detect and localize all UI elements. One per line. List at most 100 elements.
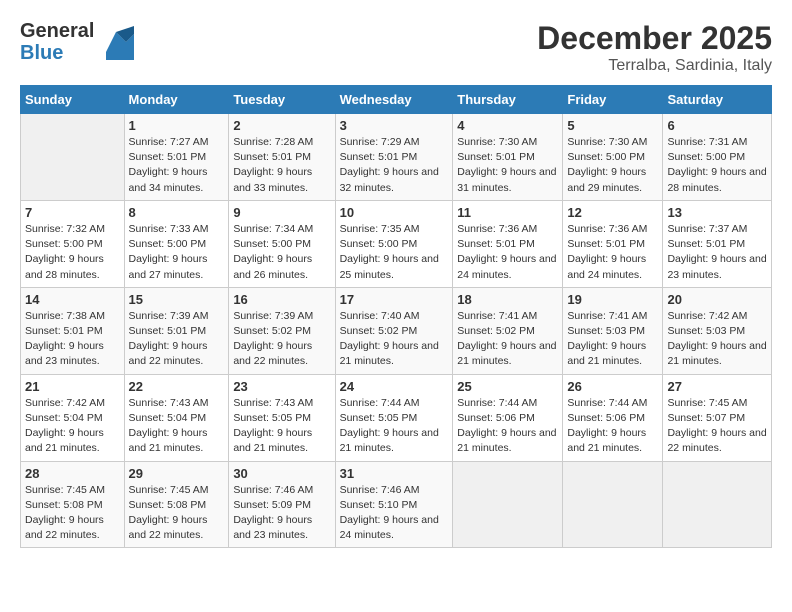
day-info: Sunrise: 7:39 AM Sunset: 5:02 PM Dayligh… (233, 309, 330, 370)
day-number: 28 (25, 466, 120, 481)
day-info: Sunrise: 7:32 AM Sunset: 5:00 PM Dayligh… (25, 222, 120, 283)
day-info: Sunrise: 7:28 AM Sunset: 5:01 PM Dayligh… (233, 135, 330, 196)
sunset-label: Sunset: 5:02 PM (233, 325, 311, 337)
sunset-label: Sunset: 5:01 PM (667, 238, 745, 250)
daylight-label: Daylight: 9 hours and 27 minutes. (129, 253, 208, 280)
daylight-label: Daylight: 9 hours and 29 minutes. (567, 166, 646, 193)
sunset-label: Sunset: 5:00 PM (25, 238, 103, 250)
location-title: Terralba, Sardinia, Italy (537, 57, 772, 75)
day-number: 31 (340, 466, 449, 481)
sunrise-label: Sunrise: 7:36 AM (567, 223, 647, 235)
sunset-label: Sunset: 5:01 PM (129, 325, 207, 337)
day-number: 21 (25, 379, 120, 394)
day-info: Sunrise: 7:40 AM Sunset: 5:02 PM Dayligh… (340, 309, 449, 370)
daylight-label: Daylight: 9 hours and 34 minutes. (129, 166, 208, 193)
sunset-label: Sunset: 5:05 PM (340, 412, 418, 424)
weekday-header-saturday: Saturday (663, 86, 772, 114)
sunset-label: Sunset: 5:08 PM (25, 499, 103, 511)
day-number: 12 (567, 205, 658, 220)
daylight-label: Daylight: 9 hours and 32 minutes. (340, 166, 439, 193)
day-info: Sunrise: 7:37 AM Sunset: 5:01 PM Dayligh… (667, 222, 767, 283)
day-info: Sunrise: 7:42 AM Sunset: 5:03 PM Dayligh… (667, 309, 767, 370)
calendar-header-row: SundayMondayTuesdayWednesdayThursdayFrid… (21, 86, 772, 114)
day-info: Sunrise: 7:45 AM Sunset: 5:08 PM Dayligh… (25, 483, 120, 544)
calendar-day-cell: 2 Sunrise: 7:28 AM Sunset: 5:01 PM Dayli… (229, 114, 335, 201)
daylight-label: Daylight: 9 hours and 23 minutes. (233, 514, 312, 541)
day-info: Sunrise: 7:36 AM Sunset: 5:01 PM Dayligh… (567, 222, 658, 283)
day-info: Sunrise: 7:36 AM Sunset: 5:01 PM Dayligh… (457, 222, 558, 283)
sunrise-label: Sunrise: 7:42 AM (667, 310, 747, 322)
day-number: 2 (233, 118, 330, 133)
sunset-label: Sunset: 5:04 PM (129, 412, 207, 424)
sunrise-label: Sunrise: 7:41 AM (457, 310, 537, 322)
day-number: 11 (457, 205, 558, 220)
month-title: December 2025 (537, 20, 772, 57)
sunset-label: Sunset: 5:01 PM (567, 238, 645, 250)
calendar-day-cell: 14 Sunrise: 7:38 AM Sunset: 5:01 PM Dayl… (21, 287, 125, 374)
calendar-day-cell: 7 Sunrise: 7:32 AM Sunset: 5:00 PM Dayli… (21, 200, 125, 287)
daylight-label: Daylight: 9 hours and 22 minutes. (25, 514, 104, 541)
day-number: 30 (233, 466, 330, 481)
calendar-day-cell: 20 Sunrise: 7:42 AM Sunset: 5:03 PM Dayl… (663, 287, 772, 374)
day-number: 5 (567, 118, 658, 133)
calendar-day-cell: 11 Sunrise: 7:36 AM Sunset: 5:01 PM Dayl… (453, 200, 563, 287)
daylight-label: Daylight: 9 hours and 24 minutes. (567, 253, 646, 280)
daylight-label: Daylight: 9 hours and 28 minutes. (25, 253, 104, 280)
sunset-label: Sunset: 5:01 PM (129, 151, 207, 163)
calendar-day-cell: 8 Sunrise: 7:33 AM Sunset: 5:00 PM Dayli… (124, 200, 229, 287)
day-info: Sunrise: 7:43 AM Sunset: 5:05 PM Dayligh… (233, 396, 330, 457)
day-number: 7 (25, 205, 120, 220)
daylight-label: Daylight: 9 hours and 21 minutes. (340, 340, 439, 367)
daylight-label: Daylight: 9 hours and 21 minutes. (457, 340, 556, 367)
day-number: 4 (457, 118, 558, 133)
sunset-label: Sunset: 5:01 PM (25, 325, 103, 337)
sunrise-label: Sunrise: 7:32 AM (25, 223, 105, 235)
weekday-header-sunday: Sunday (21, 86, 125, 114)
sunrise-label: Sunrise: 7:29 AM (340, 136, 420, 148)
calendar-day-cell (563, 461, 663, 548)
weekday-header-friday: Friday (563, 86, 663, 114)
sunset-label: Sunset: 5:03 PM (667, 325, 745, 337)
calendar-day-cell: 28 Sunrise: 7:45 AM Sunset: 5:08 PM Dayl… (21, 461, 125, 548)
daylight-label: Daylight: 9 hours and 24 minutes. (457, 253, 556, 280)
daylight-label: Daylight: 9 hours and 21 minutes. (129, 427, 208, 454)
day-info: Sunrise: 7:46 AM Sunset: 5:10 PM Dayligh… (340, 483, 449, 544)
sunrise-label: Sunrise: 7:44 AM (457, 397, 537, 409)
day-info: Sunrise: 7:44 AM Sunset: 5:05 PM Dayligh… (340, 396, 449, 457)
day-info: Sunrise: 7:43 AM Sunset: 5:04 PM Dayligh… (129, 396, 225, 457)
day-info: Sunrise: 7:30 AM Sunset: 5:01 PM Dayligh… (457, 135, 558, 196)
day-info: Sunrise: 7:35 AM Sunset: 5:00 PM Dayligh… (340, 222, 449, 283)
sunrise-label: Sunrise: 7:44 AM (567, 397, 647, 409)
calendar-day-cell: 5 Sunrise: 7:30 AM Sunset: 5:00 PM Dayli… (563, 114, 663, 201)
calendar-day-cell: 27 Sunrise: 7:45 AM Sunset: 5:07 PM Dayl… (663, 374, 772, 461)
calendar-day-cell: 30 Sunrise: 7:46 AM Sunset: 5:09 PM Dayl… (229, 461, 335, 548)
sunrise-label: Sunrise: 7:46 AM (340, 484, 420, 496)
sunset-label: Sunset: 5:06 PM (457, 412, 535, 424)
calendar-day-cell: 12 Sunrise: 7:36 AM Sunset: 5:01 PM Dayl… (563, 200, 663, 287)
logo: General Blue (20, 20, 134, 64)
daylight-label: Daylight: 9 hours and 24 minutes. (340, 514, 439, 541)
calendar-week-row: 1 Sunrise: 7:27 AM Sunset: 5:01 PM Dayli… (21, 114, 772, 201)
day-info: Sunrise: 7:27 AM Sunset: 5:01 PM Dayligh… (129, 135, 225, 196)
calendar-day-cell: 3 Sunrise: 7:29 AM Sunset: 5:01 PM Dayli… (335, 114, 453, 201)
sunrise-label: Sunrise: 7:30 AM (567, 136, 647, 148)
calendar-week-row: 28 Sunrise: 7:45 AM Sunset: 5:08 PM Dayl… (21, 461, 772, 548)
day-number: 29 (129, 466, 225, 481)
calendar-day-cell: 4 Sunrise: 7:30 AM Sunset: 5:01 PM Dayli… (453, 114, 563, 201)
day-number: 14 (25, 292, 120, 307)
day-info: Sunrise: 7:33 AM Sunset: 5:00 PM Dayligh… (129, 222, 225, 283)
sunset-label: Sunset: 5:00 PM (340, 238, 418, 250)
sunrise-label: Sunrise: 7:34 AM (233, 223, 313, 235)
calendar-week-row: 14 Sunrise: 7:38 AM Sunset: 5:01 PM Dayl… (21, 287, 772, 374)
daylight-label: Daylight: 9 hours and 21 minutes. (667, 340, 766, 367)
day-number: 8 (129, 205, 225, 220)
sunset-label: Sunset: 5:03 PM (567, 325, 645, 337)
day-number: 22 (129, 379, 225, 394)
sunset-label: Sunset: 5:10 PM (340, 499, 418, 511)
calendar-day-cell: 22 Sunrise: 7:43 AM Sunset: 5:04 PM Dayl… (124, 374, 229, 461)
sunset-label: Sunset: 5:05 PM (233, 412, 311, 424)
sunrise-label: Sunrise: 7:44 AM (340, 397, 420, 409)
sunset-label: Sunset: 5:00 PM (233, 238, 311, 250)
day-number: 1 (129, 118, 225, 133)
day-info: Sunrise: 7:38 AM Sunset: 5:01 PM Dayligh… (25, 309, 120, 370)
